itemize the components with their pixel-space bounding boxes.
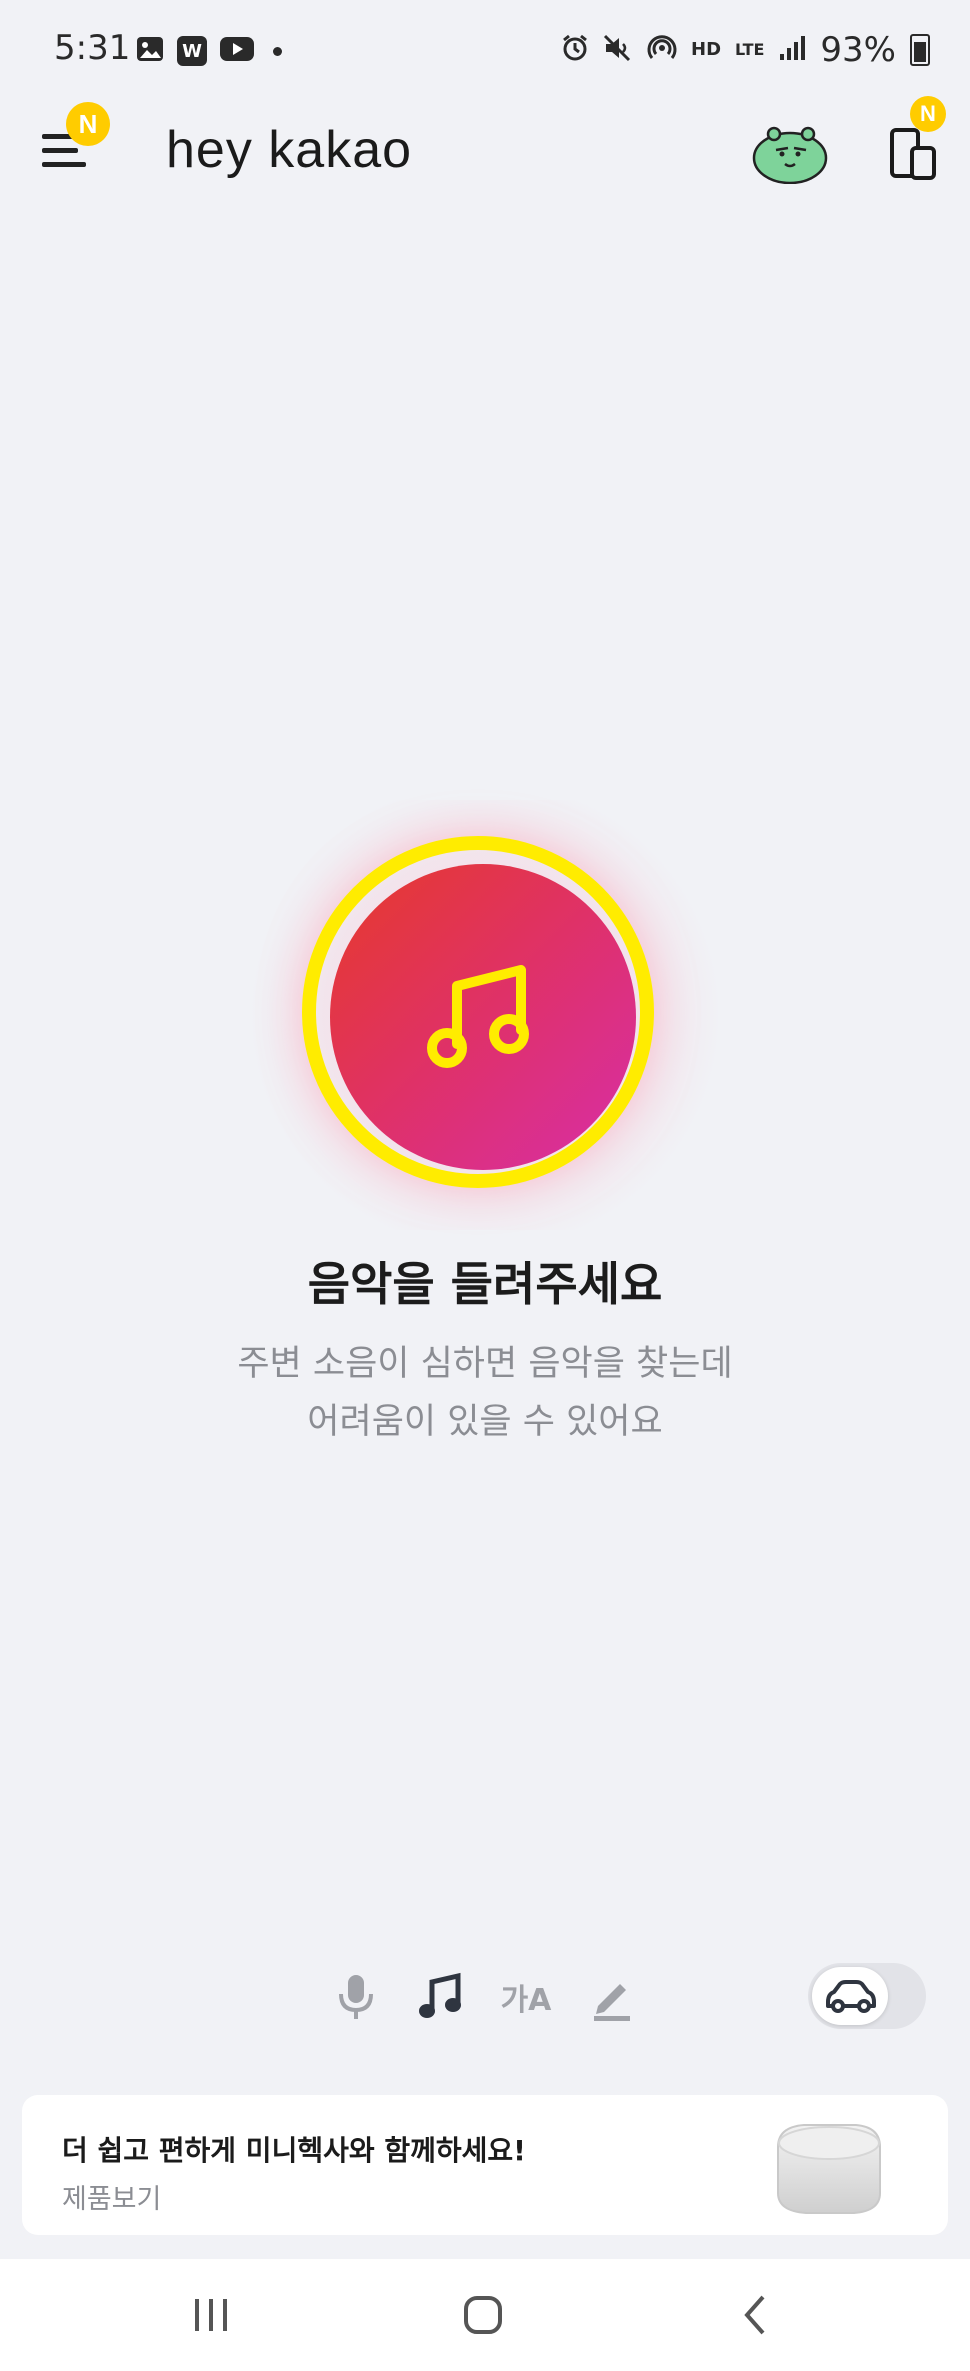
battery-icon <box>910 34 930 66</box>
status-left-icons: W <box>135 34 282 68</box>
hd-voice-icon: HD <box>691 39 722 60</box>
status-bar: 5:31 W HD LTE 93% <box>0 0 970 100</box>
mic-icon <box>339 1975 373 2019</box>
avatar[interactable] <box>752 120 828 185</box>
status-right-icons: HD LTE 93% <box>561 30 930 70</box>
w-app-icon: W <box>177 36 207 66</box>
mode-write[interactable] <box>584 1967 640 2027</box>
translate-icon: 가A <box>500 1983 552 2018</box>
signal-icon <box>778 34 806 66</box>
pen-icon <box>594 1984 630 2021</box>
battery-percent: 93% <box>820 30 896 70</box>
menu-new-badge: N <box>66 102 110 146</box>
lte-icon: LTE <box>735 40 765 59</box>
menu-line <box>42 162 86 167</box>
recent-apps-icon <box>195 2299 227 2331</box>
image-icon <box>135 34 165 68</box>
promo-title: 더 쉽고 편하게 미니헥사와 함께하세요! <box>62 2134 526 2167</box>
menu-line <box>42 148 78 153</box>
music-note-icon <box>427 965 529 1068</box>
promo-banner[interactable]: 더 쉽고 편하게 미니헥사와 함께하세요! 제품보기 <box>22 2095 948 2235</box>
mode-bar: 가A <box>0 1955 970 2045</box>
music-note-icon <box>419 1972 461 2018</box>
promo-link[interactable]: 제품보기 <box>62 2177 161 2216</box>
home-icon <box>464 2296 502 2334</box>
car-mode-toggle[interactable] <box>808 1963 926 2029</box>
app-header: N hey kakao N <box>0 96 970 210</box>
toggle-knob <box>812 1967 888 2025</box>
mode-mic[interactable] <box>328 1967 384 2027</box>
mode-translate[interactable]: 가A <box>498 1967 554 2027</box>
mini-hexa-speaker-image <box>764 2113 894 2221</box>
car-icon <box>826 1980 876 2013</box>
music-recognition-button[interactable] <box>330 864 636 1170</box>
youtube-icon <box>219 35 255 67</box>
hero-subtitle-line: 어려움이 있을 수 있어요 <box>307 1402 663 1442</box>
system-nav-bar <box>0 2259 970 2371</box>
recent-apps-button[interactable] <box>176 2287 246 2343</box>
hero-title: 음악을 들려주세요 <box>307 1257 663 1311</box>
app-logo: hey kakao <box>166 121 413 179</box>
back-icon <box>744 2295 765 2335</box>
mode-music[interactable] <box>412 1967 468 2027</box>
device-button[interactable] <box>888 120 948 190</box>
alarm-icon <box>561 34 589 66</box>
dot-icon <box>273 46 282 56</box>
back-button[interactable] <box>720 2287 790 2343</box>
hero-subtitle: 주변 소음이 심하면 음악을 찾는데 어려움이 있을 수 있어요 <box>0 1335 970 1451</box>
device-new-badge: N <box>910 96 946 132</box>
hero-subtitle-line: 주변 소음이 심하면 음악을 찾는데 <box>237 1344 733 1384</box>
mute-icon <box>603 34 633 66</box>
home-button[interactable] <box>448 2287 518 2343</box>
status-time: 5:31 <box>54 28 131 68</box>
music-recognition-panel: 음악을 들려주세요 주변 소음이 심하면 음악을 찾는데 어려움이 있을 수 있… <box>0 800 970 1442</box>
hotspot-icon <box>647 33 677 67</box>
